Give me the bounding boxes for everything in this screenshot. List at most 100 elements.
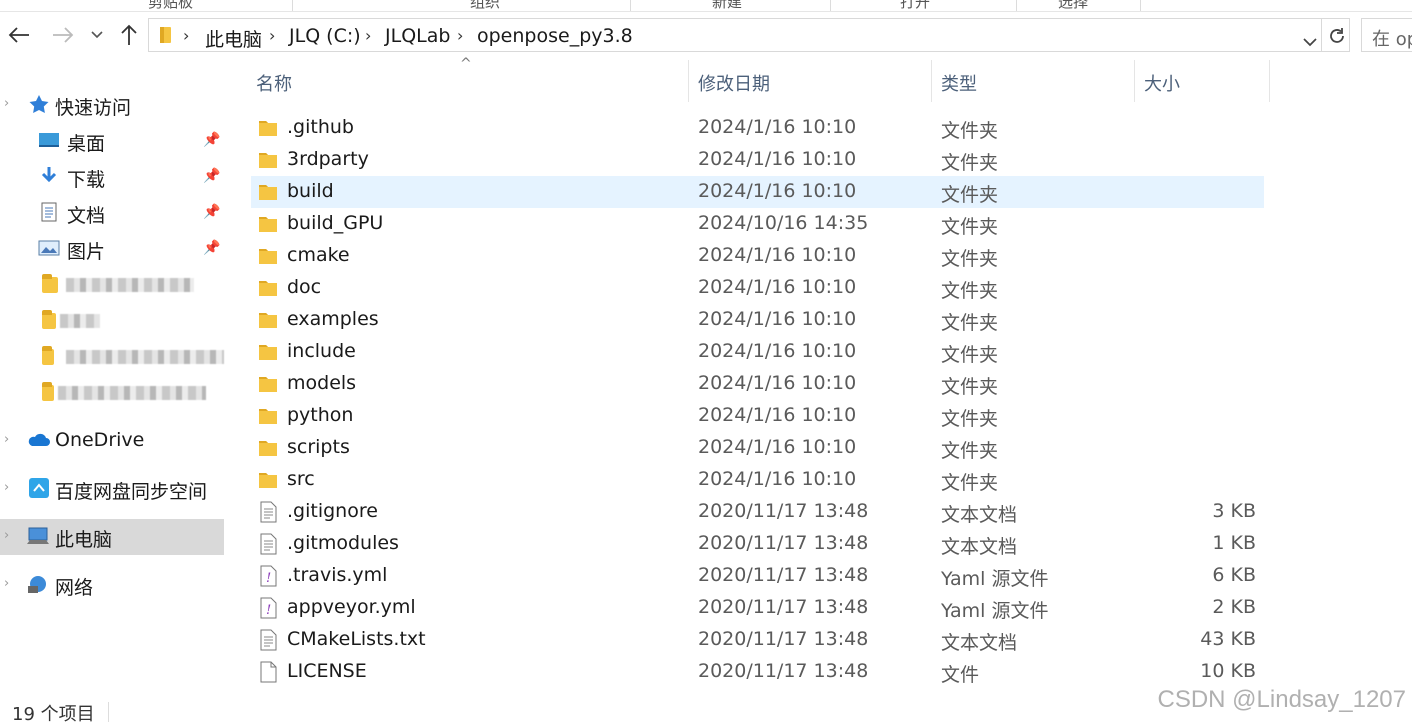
file-type: 文件夹 xyxy=(941,248,999,270)
file-row[interactable]: examples 2024/1/16 10:10 文件夹 xyxy=(251,304,1264,336)
breadcrumb-chevron-icon[interactable]: › xyxy=(365,26,371,45)
column-divider[interactable] xyxy=(1269,60,1270,102)
file-row[interactable]: ! appveyor.yml 2020/11/17 13:48 Yaml 源文件 2 K… xyxy=(251,592,1264,624)
file-name: .gitmodules xyxy=(287,532,399,554)
breadcrumb-chevron-icon[interactable]: › xyxy=(269,26,275,45)
folder-icon xyxy=(257,277,279,299)
file-row[interactable]: python 2024/1/16 10:10 文件夹 xyxy=(251,400,1264,432)
file-row[interactable]: build 2024/1/16 10:10 文件夹 xyxy=(251,176,1264,208)
document-icon xyxy=(41,202,57,222)
column-header-date[interactable]: 修改日期 xyxy=(698,70,770,96)
expand-chevron-icon[interactable]: › xyxy=(4,576,9,591)
expand-chevron-icon[interactable]: › xyxy=(4,432,9,447)
sidebar-item-label: 网络 xyxy=(55,577,94,599)
sidebar-item-baidu-netdisk[interactable]: › 百度网盘同步空间 xyxy=(0,471,224,505)
file-row[interactable]: .gitignore 2020/11/17 13:48 文本文档 3 KB xyxy=(251,496,1264,528)
up-button[interactable] xyxy=(114,20,144,50)
column-divider[interactable] xyxy=(688,60,689,102)
sidebar-item-label: 桌面 xyxy=(67,133,106,155)
ribbon-group-organize[interactable]: 组织 xyxy=(470,0,500,12)
file-row[interactable]: .gitmodules 2020/11/17 13:48 文本文档 1 KB xyxy=(251,528,1264,560)
sidebar-item-redacted[interactable] xyxy=(0,339,224,373)
file-row[interactable]: 3rdparty 2024/1/16 10:10 文件夹 xyxy=(251,144,1264,176)
file-name: 3rdparty xyxy=(287,148,369,170)
redacted-label xyxy=(58,386,206,400)
file-row[interactable]: CMakeLists.txt 2020/11/17 13:48 文本文档 43 KB xyxy=(251,624,1264,656)
file-name: CMakeLists.txt xyxy=(287,628,426,650)
sidebar-item-desktop[interactable]: 桌面 📌 xyxy=(0,123,224,157)
back-button[interactable] xyxy=(4,20,34,50)
file-type: 文件夹 xyxy=(941,408,999,430)
ribbon-group-new[interactable]: 新建 xyxy=(712,0,742,12)
recent-locations-button[interactable] xyxy=(84,20,110,50)
file-name: scripts xyxy=(287,436,350,458)
file-date: 2020/11/17 13:48 xyxy=(698,660,869,682)
address-history-button[interactable] xyxy=(1303,31,1317,52)
file-row[interactable]: .github 2024/1/16 10:10 文件夹 xyxy=(251,112,1264,144)
expand-chevron-icon[interactable]: › xyxy=(4,528,9,543)
file-date: 2024/1/16 10:10 xyxy=(698,276,857,298)
breadcrumb-drive-c[interactable]: JLQ (C:) xyxy=(289,25,361,47)
search-placeholder: 在 op xyxy=(1372,29,1412,50)
file-row[interactable]: ! .travis.yml 2020/11/17 13:48 Yaml 源文件 6 KB xyxy=(251,560,1264,592)
address-bar[interactable]: › 此电脑 › JLQ (C:) › JLQLab › openpose_py3… xyxy=(148,18,1350,52)
column-header-type[interactable]: 类型 xyxy=(941,70,977,96)
folder-icon xyxy=(257,181,279,203)
file-row[interactable]: doc 2024/1/16 10:10 文件夹 xyxy=(251,272,1264,304)
sidebar-item-pictures[interactable]: 图片 📌 xyxy=(0,231,224,265)
pin-icon[interactable]: 📌 xyxy=(203,240,220,256)
sidebar-item-redacted[interactable] xyxy=(0,303,224,337)
sidebar-item-downloads[interactable]: 下载 📌 xyxy=(0,159,224,193)
sidebar-item-redacted[interactable] xyxy=(0,267,224,301)
pin-icon[interactable]: 📌 xyxy=(203,132,220,148)
status-divider xyxy=(108,702,109,722)
expand-chevron-icon[interactable]: › xyxy=(4,480,9,495)
breadcrumb-openpose[interactable]: openpose_py3.8 xyxy=(477,25,633,47)
redacted-label xyxy=(66,350,224,364)
file-type: 文件夹 xyxy=(941,440,999,462)
file-row[interactable]: src 2024/1/16 10:10 文件夹 xyxy=(251,464,1264,496)
file-row[interactable]: LICENSE 2020/11/17 13:48 文件 10 KB xyxy=(251,656,1264,688)
breadcrumb-chevron-icon[interactable]: › xyxy=(457,26,463,45)
file-row[interactable]: models 2024/1/16 10:10 文件夹 xyxy=(251,368,1264,400)
star-icon xyxy=(29,95,49,113)
file-size: 2 KB xyxy=(1212,596,1256,618)
search-input[interactable]: 在 op xyxy=(1361,18,1412,52)
pin-icon[interactable]: 📌 xyxy=(203,168,220,184)
file-row[interactable]: include 2024/1/16 10:10 文件夹 xyxy=(251,336,1264,368)
pin-icon[interactable]: 📌 xyxy=(203,204,220,220)
sidebar-item-network[interactable]: › 网络 xyxy=(0,567,224,601)
sidebar-item-label: 下载 xyxy=(67,169,106,191)
file-list: ^ 名称 修改日期 类型 大小 .github 2024/1/16 10:10 文件… xyxy=(232,56,1412,694)
sidebar-item-label: OneDrive xyxy=(55,429,145,451)
column-header-size[interactable]: 大小 xyxy=(1144,70,1180,96)
forward-button[interactable] xyxy=(48,20,78,50)
chevron-down-icon xyxy=(91,31,103,39)
column-divider[interactable] xyxy=(1134,60,1135,102)
file-name: models xyxy=(287,372,357,394)
file-row[interactable]: cmake 2024/1/16 10:10 文件夹 xyxy=(251,240,1264,272)
sidebar-item-onedrive[interactable]: › OneDrive xyxy=(0,423,224,457)
address-divider xyxy=(1321,19,1322,51)
file-row[interactable]: scripts 2024/1/16 10:10 文件夹 xyxy=(251,432,1264,464)
expand-chevron-icon[interactable]: › xyxy=(4,96,9,111)
file-icon xyxy=(257,661,279,683)
file-row[interactable]: build_GPU 2024/10/16 14:35 文件夹 xyxy=(251,208,1264,240)
file-date: 2024/1/16 10:10 xyxy=(698,340,857,362)
folder-icon xyxy=(42,274,58,293)
breadcrumb-jlqlab[interactable]: JLQLab xyxy=(385,25,450,47)
sort-ascending-icon: ^ xyxy=(460,56,472,72)
column-header-name[interactable]: 名称 xyxy=(256,70,292,96)
breadcrumb-this-pc[interactable]: 此电脑 xyxy=(205,25,262,52)
text-file-icon xyxy=(257,501,279,523)
sidebar-item-redacted[interactable] xyxy=(0,375,224,409)
ribbon-group-select[interactable]: 选择 xyxy=(1058,0,1088,12)
ribbon-group-open[interactable]: 打开 xyxy=(900,0,930,12)
refresh-button[interactable] xyxy=(1327,26,1347,51)
sidebar-item-this-pc[interactable]: › 此电脑 xyxy=(0,519,224,555)
ribbon-group-clipboard[interactable]: 剪贴板 xyxy=(148,0,193,12)
breadcrumb-chevron-icon[interactable]: › xyxy=(183,26,189,45)
column-divider[interactable] xyxy=(931,60,932,102)
sidebar-item-documents[interactable]: 文档 📌 xyxy=(0,195,224,229)
sidebar-item-quick-access[interactable]: › 快速访问 xyxy=(0,87,224,121)
